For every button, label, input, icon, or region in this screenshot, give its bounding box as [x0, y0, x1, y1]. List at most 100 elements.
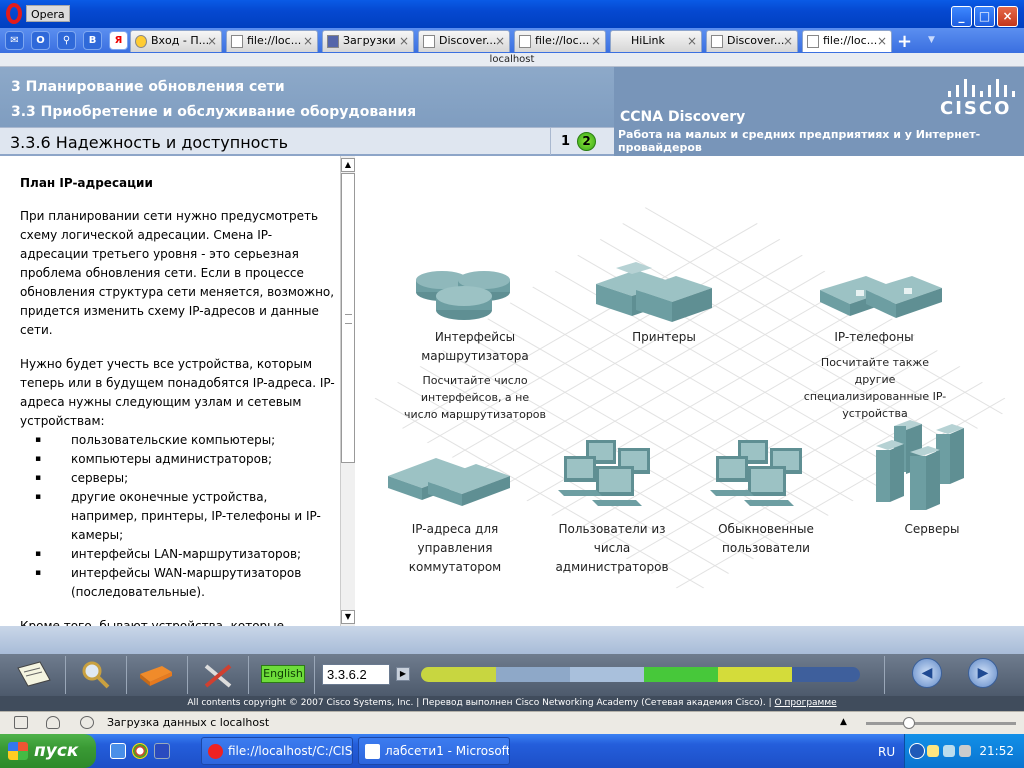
label-printers: Принтеры — [632, 330, 696, 344]
list-item: серверы; — [20, 469, 336, 488]
tab-close-icon[interactable]: × — [303, 31, 313, 51]
admin-pc-icon — [558, 440, 650, 506]
tab-close-icon[interactable]: × — [207, 31, 217, 51]
notes-icon[interactable] — [14, 658, 54, 692]
search-icon[interactable]: ⚲ — [57, 31, 76, 50]
copyright-bar: All contents copyright © 2007 Cisco Syst… — [0, 696, 1024, 711]
mail-icon[interactable]: ✉ — [5, 31, 24, 50]
vk-icon[interactable]: В — [83, 31, 102, 50]
taskbar-item-word[interactable]: лабсети1 - Microsoft ... — [358, 737, 510, 765]
divider — [884, 656, 885, 694]
tab-2[interactable]: file://loc... × — [226, 30, 318, 52]
divider — [65, 656, 66, 694]
zoom-slider-thumb[interactable] — [903, 717, 915, 729]
maximize-button[interactable]: □ — [974, 6, 995, 27]
tab-1[interactable]: Вход - П... × — [130, 30, 222, 52]
tab-list-chevron-icon[interactable]: ▼ — [928, 35, 935, 45]
progress-segment — [792, 667, 860, 682]
tray-back-icon[interactable] — [909, 743, 925, 759]
tray-network-icon[interactable] — [943, 745, 955, 757]
tab-4[interactable]: Discover... × — [418, 30, 510, 52]
progress-segment — [421, 667, 496, 682]
page-1-button[interactable]: 1 — [561, 134, 570, 149]
list-item: компьютеры администраторов; — [20, 450, 336, 469]
tab-6[interactable]: HiLink × — [610, 30, 702, 52]
panel-toggle-icon[interactable] — [14, 716, 28, 729]
chrome-icon[interactable] — [132, 743, 148, 759]
tray-folder-icon[interactable] — [927, 745, 939, 757]
opera-logo-icon[interactable] — [6, 3, 22, 24]
tab-3[interactable]: Загрузки × — [322, 30, 414, 52]
clock: 21:52 — [979, 744, 1014, 758]
tab-bar: ✉ O ⚲ В Я Вход - П... × file://loc... × За… — [0, 28, 1024, 53]
desktop-icon[interactable] — [154, 743, 170, 759]
tab-close-icon[interactable]: × — [399, 31, 409, 51]
tab-close-icon[interactable]: × — [495, 31, 505, 51]
tab-5[interactable]: file://loc... × — [514, 30, 606, 52]
scroll-thumb[interactable] — [341, 173, 355, 463]
progress-segment — [496, 667, 570, 682]
system-tray: 21:52 — [904, 734, 1024, 768]
chapter-title: 3 Планирование обновления сети — [11, 79, 285, 95]
bullet-list: пользовательские компьютеры; компьютеры … — [20, 431, 336, 602]
go-to-page-button[interactable]: ▶ — [396, 667, 410, 681]
label-regular-users: Обыкновенные пользователи — [718, 522, 814, 555]
divider — [550, 128, 551, 155]
grip-icon — [345, 314, 352, 324]
zoom-up-icon[interactable]: ▲ — [840, 717, 847, 727]
tools-icon[interactable] — [198, 658, 238, 692]
tab-8-active[interactable]: file://loc... × — [802, 30, 892, 52]
next-page-button[interactable]: ▶ — [968, 658, 998, 688]
user-pc-icon — [710, 440, 802, 506]
previous-page-button[interactable]: ◀ — [912, 658, 942, 688]
close-button[interactable]: × — [997, 6, 1018, 27]
course-progress-bar[interactable] — [421, 667, 860, 682]
tab-close-icon[interactable]: × — [877, 31, 887, 51]
text-scrollbar[interactable]: ▲ ▼ — [340, 156, 355, 626]
opera-menu-button[interactable]: Opera — [26, 5, 70, 22]
text-panel: План IP-адресации При планировании сети … — [0, 156, 340, 626]
opera-icon[interactable]: O — [31, 31, 50, 50]
tab-close-icon[interactable]: × — [783, 31, 793, 51]
divider — [248, 656, 249, 694]
new-tab-button[interactable]: + — [897, 31, 912, 52]
window-title-bar: Opera _ □ × — [0, 0, 1024, 28]
yandex-icon[interactable]: Я — [109, 31, 128, 50]
copyright-text: All contents copyright © 2007 Cisco Syst… — [187, 698, 772, 708]
label-admin-users: Пользователи из числа администраторов — [555, 522, 669, 574]
note-ip-phones: Посчитайте также другие специализированн… — [803, 356, 947, 420]
minimize-button[interactable]: _ — [951, 6, 972, 27]
tab-7[interactable]: Discover... × — [706, 30, 798, 52]
course-toolbar: English ▶ ◀ ▶ — [0, 654, 1024, 696]
header-chapter: 3 Планирование обновления сети 3.3 Приоб… — [0, 67, 614, 127]
search-magnifier-icon[interactable] — [76, 658, 116, 692]
speed-dial-icon[interactable] — [80, 716, 94, 729]
zoom-slider[interactable] — [866, 722, 1016, 725]
tray-volume-icon[interactable] — [959, 745, 971, 757]
scroll-down-icon[interactable]: ▼ — [341, 610, 355, 624]
label-router-interfaces: Интерфейсы маршрутизатора — [421, 330, 529, 363]
paragraph-3: Кроме того, бывают устройства, которые о… — [20, 619, 285, 626]
language-indicator[interactable]: RU — [878, 745, 895, 759]
about-link[interactable]: О программе — [775, 698, 837, 708]
taskbar: пуск file://localhost/C:/CIS... лабсети1… — [0, 734, 1024, 768]
glossary-book-icon[interactable] — [136, 658, 176, 692]
section-title: 3.3 Приобретение и обслуживание оборудов… — [11, 104, 417, 120]
language-button[interactable]: English — [261, 665, 305, 683]
tab-close-icon[interactable]: × — [687, 31, 697, 51]
page-title-bar: 3.3.6 Надежность и доступность 1 2 — [0, 127, 614, 156]
taskbar-item-opera[interactable]: file://localhost/C:/CIS... — [201, 737, 353, 765]
browser-status-bar: Загрузка данных с localhost ▲ — [0, 711, 1024, 734]
list-item: интерфейсы LAN-маршрутизаторов; — [20, 545, 336, 564]
page-2-button[interactable]: 2 — [577, 132, 596, 151]
ip-phone-icon — [820, 276, 942, 318]
course-subtitle: Работа на малых и средних предприятиях и… — [618, 128, 981, 154]
tab-close-icon[interactable]: × — [591, 31, 601, 51]
scroll-up-icon[interactable]: ▲ — [341, 158, 355, 172]
ie-icon[interactable] — [110, 743, 126, 759]
list-item: интерфейсы WAN-маршрутизаторов (последов… — [20, 564, 336, 602]
start-button[interactable]: пуск — [0, 734, 96, 768]
page-number-input[interactable] — [322, 664, 390, 685]
page-title: 3.3.6 Надежность и доступность — [10, 133, 289, 152]
cloud-icon[interactable] — [46, 716, 60, 729]
